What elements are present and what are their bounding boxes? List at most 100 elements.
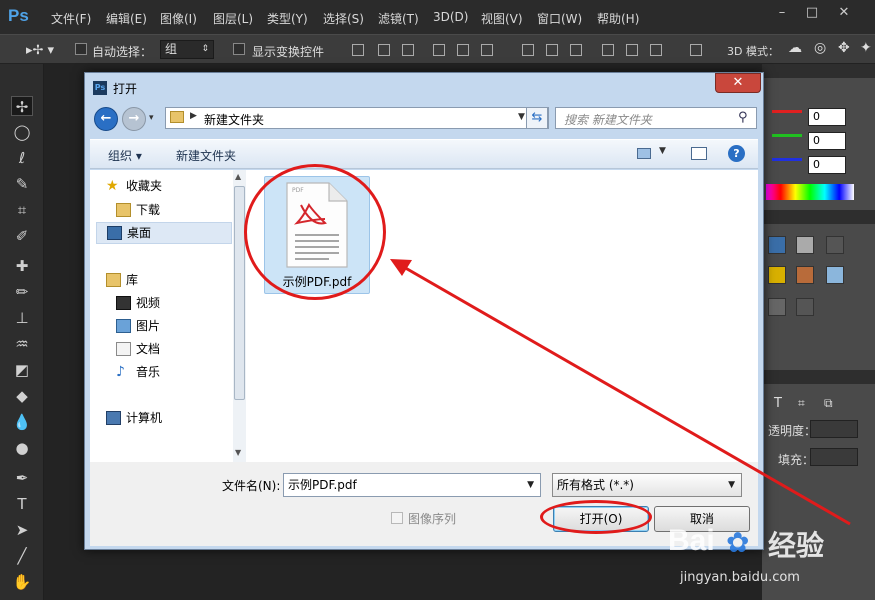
distribute-bottom-icon[interactable] bbox=[570, 44, 582, 56]
move-tool-icon[interactable]: ✢ bbox=[11, 96, 33, 116]
blue-value[interactable]: 0 bbox=[808, 156, 846, 174]
nav-scrollbar-thumb[interactable] bbox=[234, 186, 245, 400]
menu-filter[interactable]: 滤镜(T) bbox=[378, 10, 419, 27]
menu-select[interactable]: 选择(S) bbox=[323, 10, 364, 27]
menu-edit[interactable]: 编辑(E) bbox=[106, 10, 147, 27]
shape-layer-icon[interactable]: ⌗ bbox=[798, 396, 805, 411]
opacity-input[interactable] bbox=[810, 420, 858, 438]
style-swatch[interactable] bbox=[768, 236, 786, 254]
3d-roll-icon[interactable]: ◎ bbox=[814, 40, 826, 56]
3d-rotate-icon[interactable]: ☁ bbox=[788, 40, 802, 56]
nav-music[interactable]: ♪ 音乐 bbox=[114, 362, 240, 384]
eraser-tool-icon[interactable]: ◩ bbox=[11, 360, 33, 380]
format-dropdown-icon[interactable]: ▼ bbox=[728, 474, 735, 496]
menu-layer[interactable]: 图层(L) bbox=[213, 10, 253, 27]
smart-object-icon[interactable]: ⧉ bbox=[824, 396, 833, 411]
close-window-button[interactable]: ✕ bbox=[832, 4, 856, 22]
help-icon[interactable]: ? bbox=[728, 145, 745, 162]
search-input[interactable]: 搜索 新建文件夹 ⚲ bbox=[555, 107, 757, 129]
distribute-hcenter-icon[interactable] bbox=[626, 44, 638, 56]
style-swatch[interactable] bbox=[826, 266, 844, 284]
scroll-down-icon[interactable]: ▼ bbox=[235, 448, 241, 457]
paint-bucket-tool-icon[interactable]: ◆ bbox=[11, 386, 33, 406]
style-swatch[interactable] bbox=[768, 298, 786, 316]
organize-button[interactable]: 组织 ▾ bbox=[108, 147, 142, 164]
menu-image[interactable]: 图像(I) bbox=[160, 10, 197, 27]
3d-pan-icon[interactable]: ✥ bbox=[838, 40, 850, 56]
green-value[interactable]: 0 bbox=[808, 132, 846, 150]
menu-help[interactable]: 帮助(H) bbox=[597, 10, 639, 27]
align-vcenter-icon[interactable] bbox=[378, 44, 390, 56]
filename-dropdown-icon[interactable]: ▼ bbox=[527, 474, 534, 496]
auto-select-dropdown[interactable]: 组 ⇕ bbox=[160, 40, 214, 59]
green-slider[interactable] bbox=[772, 134, 802, 137]
address-bar[interactable]: ▶ 新建文件夹 ▼ bbox=[165, 107, 549, 129]
dialog-close-button[interactable]: ✕ bbox=[715, 73, 761, 93]
refresh-button[interactable]: ⇆ bbox=[526, 107, 548, 129]
forward-button[interactable]: → bbox=[122, 107, 146, 131]
healing-tool-icon[interactable]: ✚ bbox=[11, 256, 33, 276]
blur-tool-icon[interactable]: 💧 bbox=[11, 412, 33, 432]
move-tool-icon[interactable]: ▸✢ ▾ bbox=[26, 43, 54, 58]
align-top-icon[interactable] bbox=[352, 44, 364, 56]
fill-input[interactable] bbox=[810, 448, 858, 466]
align-bottom-icon[interactable] bbox=[402, 44, 414, 56]
menu-view[interactable]: 视图(V) bbox=[481, 10, 523, 27]
history-brush-tool-icon[interactable]: ♒ bbox=[11, 334, 33, 354]
nav-computer[interactable]: 计算机 bbox=[104, 408, 230, 430]
back-button[interactable]: ← bbox=[94, 107, 118, 131]
filename-input[interactable]: 示例PDF.pdf ▼ bbox=[283, 473, 541, 497]
quick-select-tool-icon[interactable]: ✎ bbox=[11, 174, 33, 194]
auto-select-checkbox[interactable] bbox=[75, 43, 87, 55]
align-right-icon[interactable] bbox=[481, 44, 493, 56]
nav-desktop[interactable]: 桌面 bbox=[96, 222, 232, 244]
distribute-vcenter-icon[interactable] bbox=[546, 44, 558, 56]
breadcrumb-chevron-icon[interactable]: ▶ bbox=[190, 111, 197, 121]
red-slider[interactable] bbox=[772, 110, 802, 113]
view-options-icon[interactable] bbox=[637, 148, 651, 159]
blue-slider[interactable] bbox=[772, 158, 802, 161]
distribute-right-icon[interactable] bbox=[650, 44, 662, 56]
nav-documents[interactable]: 文档 bbox=[114, 339, 240, 361]
show-transform-checkbox[interactable] bbox=[233, 43, 245, 55]
line-tool-icon[interactable]: ╱ bbox=[11, 546, 33, 566]
type-tool-icon[interactable]: T bbox=[11, 494, 33, 514]
scroll-up-icon[interactable]: ▲ bbox=[235, 172, 241, 181]
nav-videos[interactable]: 视频 bbox=[114, 293, 240, 315]
recent-pages-chevron-icon[interactable]: ▾ bbox=[149, 113, 154, 123]
image-sequence-checkbox[interactable] bbox=[391, 512, 403, 524]
style-swatch[interactable] bbox=[796, 236, 814, 254]
nav-favorites[interactable]: ★ 收藏夹 bbox=[104, 176, 230, 198]
pen-tool-icon[interactable]: ✒ bbox=[11, 468, 33, 488]
color-spectrum[interactable] bbox=[766, 184, 854, 200]
view-dropdown-icon[interactable]: ▼ bbox=[659, 146, 666, 156]
red-value[interactable]: 0 bbox=[808, 108, 846, 126]
menu-3d[interactable]: 3D(D) bbox=[433, 10, 468, 24]
nav-libraries[interactable]: 库 bbox=[104, 270, 230, 292]
align-left-icon[interactable] bbox=[433, 44, 445, 56]
address-dropdown-icon[interactable]: ▼ bbox=[518, 112, 525, 122]
style-swatch[interactable] bbox=[796, 298, 814, 316]
nav-scrollbar[interactable]: ▲ ▼ bbox=[233, 170, 246, 462]
align-hcenter-icon[interactable] bbox=[457, 44, 469, 56]
eyedropper-tool-icon[interactable]: ✐ bbox=[11, 226, 33, 246]
menu-type[interactable]: 类型(Y) bbox=[267, 10, 308, 27]
style-swatch[interactable] bbox=[796, 266, 814, 284]
path-select-tool-icon[interactable]: ➤ bbox=[11, 520, 33, 540]
menu-window[interactable]: 窗口(W) bbox=[537, 10, 582, 27]
stamp-tool-icon[interactable]: ⊥ bbox=[11, 308, 33, 328]
type-layer-icon[interactable]: T bbox=[774, 396, 782, 411]
brush-tool-icon[interactable]: ✏ bbox=[11, 282, 33, 302]
hand-tool-icon[interactable]: ✋ bbox=[11, 572, 33, 592]
nav-downloads[interactable]: 下载 bbox=[114, 200, 240, 222]
lasso-tool-icon[interactable]: ℓ bbox=[11, 148, 33, 168]
style-swatch[interactable] bbox=[768, 266, 786, 284]
crop-tool-icon[interactable]: ⌗ bbox=[11, 200, 33, 220]
distribute-top-icon[interactable] bbox=[522, 44, 534, 56]
new-folder-button[interactable]: 新建文件夹 bbox=[176, 147, 236, 164]
dodge-tool-icon[interactable]: ● bbox=[11, 438, 33, 458]
auto-align-icon[interactable] bbox=[690, 44, 702, 56]
nav-pictures[interactable]: 图片 bbox=[114, 316, 240, 338]
menu-file[interactable]: 文件(F) bbox=[51, 10, 91, 27]
style-swatch[interactable] bbox=[826, 236, 844, 254]
